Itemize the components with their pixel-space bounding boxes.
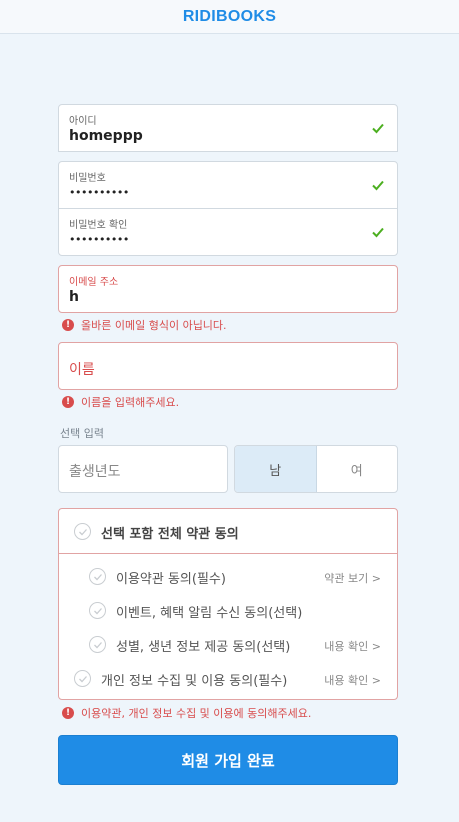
- agree-gender-birth-row[interactable]: 성별, 생년 정보 제공 동의(선택) 내용 확인 >: [59, 629, 397, 659]
- id-field[interactable]: 아이디 homeppp: [58, 104, 398, 152]
- name-placeholder: 이름: [69, 362, 95, 378]
- agree-privacy-row[interactable]: 개인 정보 수집 및 이용 동의(필수) 내용 확인 >: [59, 663, 397, 693]
- checkmark-icon: [371, 178, 385, 192]
- check-circle-icon[interactable]: [89, 568, 106, 585]
- exclamation-icon: !: [62, 707, 74, 719]
- exclamation-icon: !: [62, 319, 74, 331]
- name-field[interactable]: 이름: [58, 342, 398, 390]
- agreements-box: 선택 포함 전체 약관 동의 이용약관 동의(필수) 약관 보기 > 이벤트, …: [58, 508, 398, 700]
- email-error-text: 올바른 이메일 형식이 아닙니다.: [81, 319, 227, 332]
- gender-female-button[interactable]: 여: [317, 446, 398, 492]
- password-label: 비밀번호: [69, 173, 106, 184]
- agree-all-label: 선택 포함 전체 약관 동의: [101, 527, 239, 542]
- agree-terms-label: 이용약관 동의(필수): [116, 572, 226, 587]
- view-terms-link[interactable]: 약관 보기 >: [324, 570, 381, 586]
- agree-terms-row[interactable]: 이용약관 동의(필수) 약관 보기 >: [59, 561, 397, 591]
- check-circle-icon[interactable]: [74, 523, 91, 540]
- birth-year-placeholder: 출생년도: [69, 464, 121, 480]
- name-error-text: 이름을 입력해주세요.: [81, 396, 180, 409]
- agreement-error-text: 이용약관, 개인 정보 수집 및 이용에 동의해주세요.: [81, 707, 312, 720]
- agree-gender-birth-label: 성별, 생년 정보 제공 동의(선택): [116, 640, 291, 655]
- password-value: ••••••••••: [69, 186, 129, 199]
- gender-toggle: 남 여: [234, 445, 398, 493]
- ridibooks-logo[interactable]: RIDIBOOKS: [183, 8, 276, 26]
- agree-privacy-label: 개인 정보 수집 및 이용 동의(필수): [101, 674, 288, 689]
- email-value: h: [69, 289, 79, 305]
- password-confirm-label: 비밀번호 확인: [69, 220, 128, 231]
- check-circle-icon[interactable]: [89, 636, 106, 653]
- email-field[interactable]: 이메일 주소 h: [58, 265, 398, 313]
- gender-male-button[interactable]: 남: [235, 446, 317, 492]
- id-label: 아이디: [69, 116, 97, 127]
- optional-section-label: 선택 입력: [60, 427, 104, 440]
- agreement-error: ! 이용약관, 개인 정보 수집 및 이용에 동의해주세요.: [62, 705, 311, 721]
- agree-event-label: 이벤트, 혜택 알림 수신 동의(선택): [116, 606, 303, 621]
- checkmark-icon: [371, 225, 385, 239]
- password-confirm-field[interactable]: 비밀번호 확인 ••••••••••: [58, 208, 398, 256]
- view-privacy-details-link[interactable]: 내용 확인 >: [324, 672, 381, 688]
- agree-event-row[interactable]: 이벤트, 혜택 알림 수신 동의(선택): [59, 595, 397, 625]
- password-field[interactable]: 비밀번호 ••••••••••: [58, 161, 398, 209]
- birth-year-input[interactable]: 출생년도: [58, 445, 228, 493]
- top-bar: RIDIBOOKS: [0, 0, 459, 34]
- view-gender-birth-details-link[interactable]: 내용 확인 >: [324, 638, 381, 654]
- name-error: ! 이름을 입력해주세요.: [62, 394, 179, 410]
- signup-submit-button[interactable]: 회원 가입 완료: [58, 735, 398, 785]
- exclamation-icon: !: [62, 396, 74, 408]
- email-label: 이메일 주소: [69, 277, 119, 288]
- check-circle-icon[interactable]: [89, 602, 106, 619]
- checkmark-icon: [371, 121, 385, 135]
- password-confirm-value: ••••••••••: [69, 233, 129, 246]
- check-circle-icon[interactable]: [74, 670, 91, 687]
- agree-all-row[interactable]: 선택 포함 전체 약관 동의: [59, 509, 397, 554]
- id-value: homeppp: [69, 128, 143, 144]
- email-error: ! 올바른 이메일 형식이 아닙니다.: [62, 317, 227, 333]
